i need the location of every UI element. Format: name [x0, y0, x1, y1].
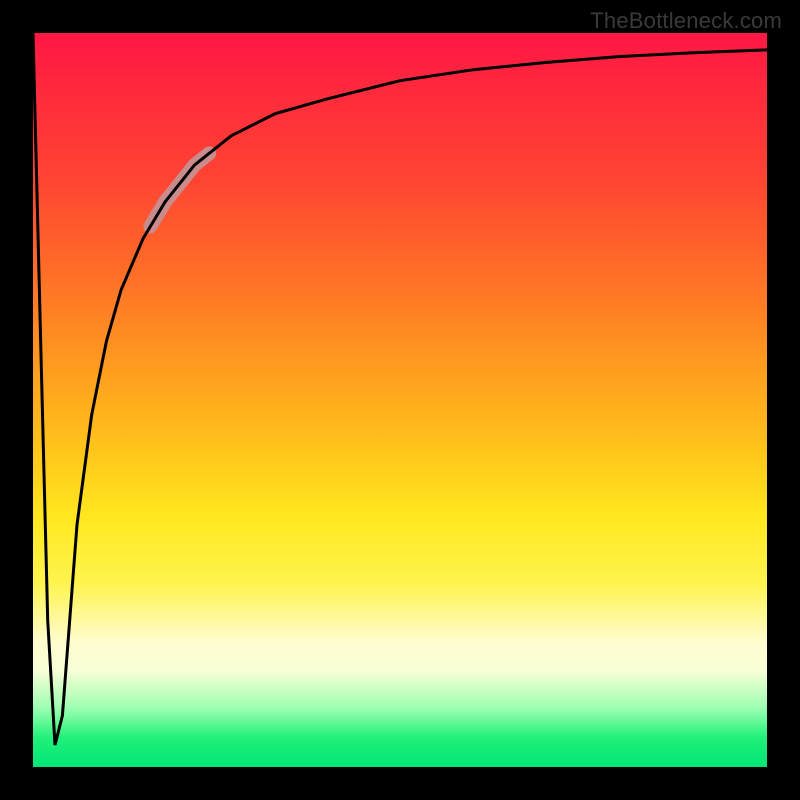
main-curve — [33, 33, 767, 745]
highlight-segment — [150, 153, 209, 226]
attribution-text: TheBottleneck.com — [590, 8, 782, 34]
curve-layer — [33, 33, 767, 767]
chart-frame: TheBottleneck.com — [0, 0, 800, 800]
plot-area — [33, 33, 767, 767]
